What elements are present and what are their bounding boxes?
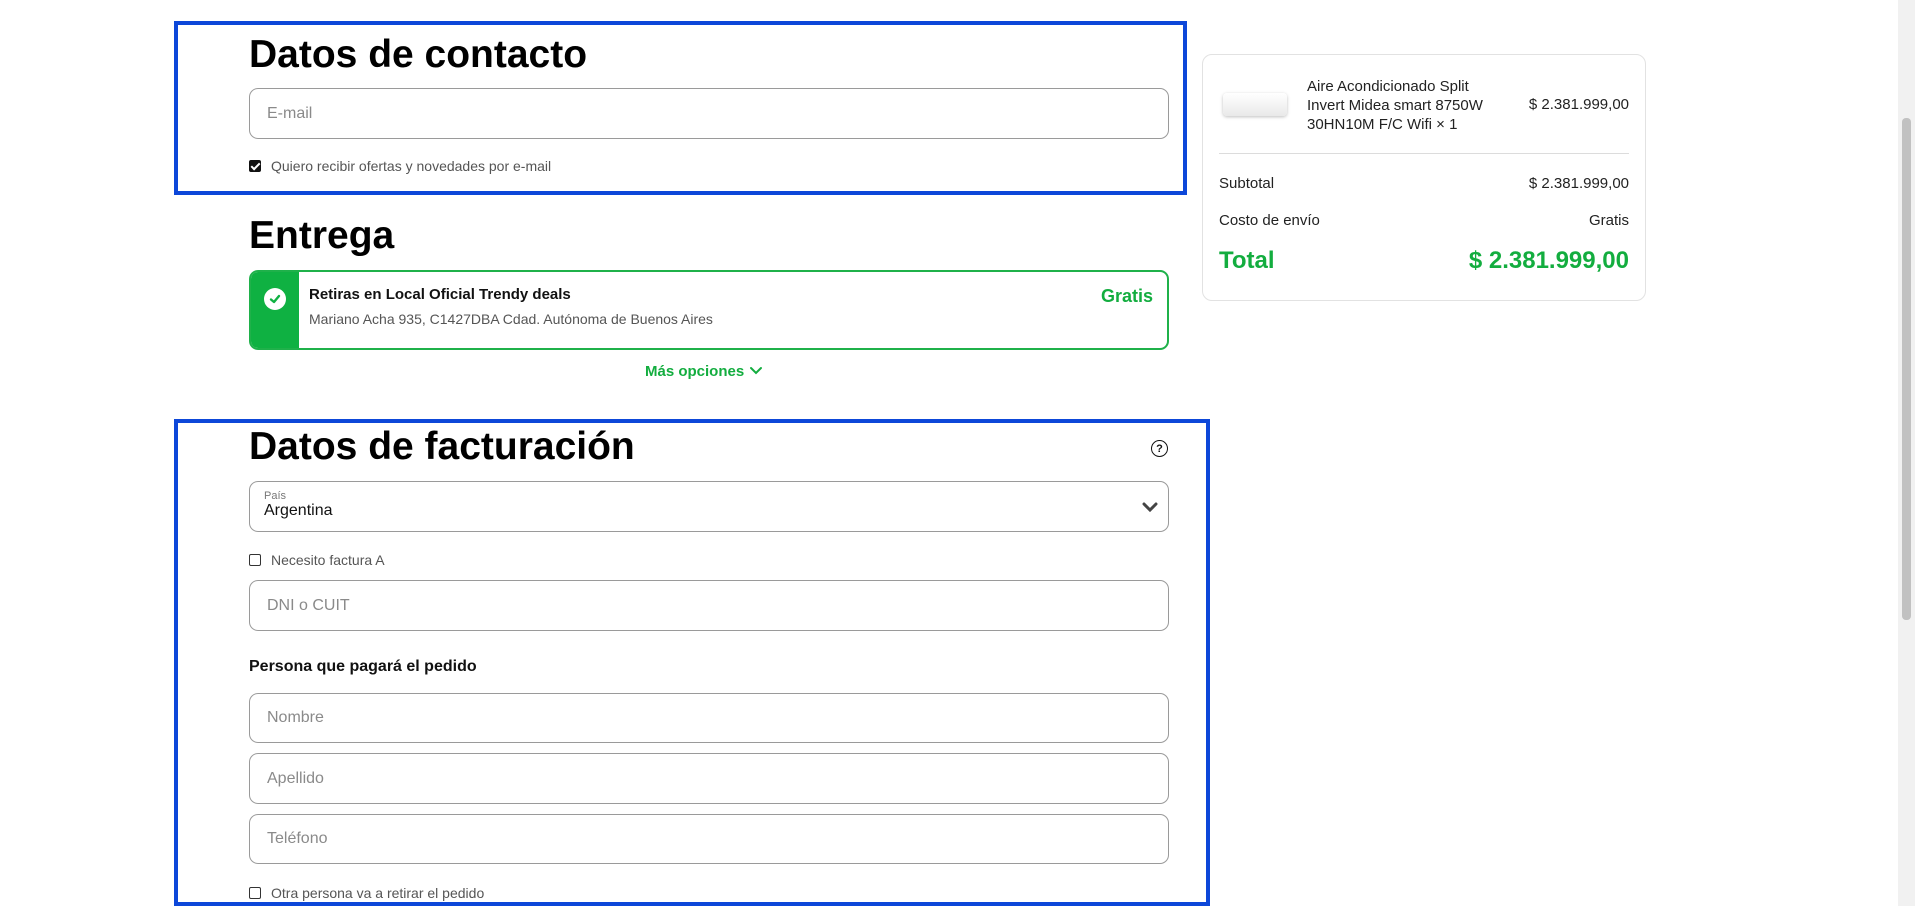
- contact-title: Datos de contacto: [249, 33, 588, 76]
- factura-a-label: Necesito factura A: [271, 552, 385, 568]
- delivery-option-card[interactable]: Retiras en Local Oficial Trendy deals Ma…: [249, 270, 1169, 350]
- country-label: País: [264, 490, 287, 502]
- product-name: Aire Acondicionado Split Invert Midea sm…: [1307, 77, 1519, 134]
- payer-heading: Persona que pagará el pedido: [249, 658, 477, 675]
- subtotal-label: Subtotal: [1219, 175, 1275, 192]
- chevron-down-icon: [749, 363, 763, 380]
- newsletter-label: Quiero recibir ofertas y novedades por e…: [271, 158, 552, 174]
- more-options-link[interactable]: Más opciones: [645, 363, 763, 380]
- telefono-field[interactable]: Teléfono: [249, 814, 1169, 864]
- scrollbar-thumb[interactable]: [1902, 118, 1911, 620]
- other-person-label: Otra persona va a retirar el pedido: [271, 885, 485, 901]
- product-name-line: Aire Acondicionado Split: [1307, 78, 1469, 95]
- shipping-value: Gratis: [1588, 212, 1629, 229]
- newsletter-checkbox[interactable]: [249, 160, 261, 172]
- email-field[interactable]: E-mail: [249, 88, 1169, 139]
- summary-divider: [1219, 153, 1629, 154]
- nombre-field[interactable]: Nombre: [249, 693, 1169, 743]
- delivery-option-name: Retiras en Local Oficial Trendy deals: [309, 286, 571, 303]
- factura-a-checkbox-row[interactable]: Necesito factura A: [249, 552, 385, 568]
- country-value: Argentina: [264, 502, 333, 519]
- apellido-field[interactable]: Apellido: [249, 753, 1169, 804]
- product-price: $ 2.381.999,00: [1528, 96, 1629, 113]
- nombre-placeholder: Nombre: [267, 709, 324, 726]
- other-person-checkbox-row[interactable]: Otra persona va a retirar el pedido: [249, 885, 484, 901]
- delivery-option-price: Gratis: [1100, 286, 1153, 306]
- chevron-down-icon: [1142, 500, 1158, 518]
- total-value: $ 2.381.999,00: [1468, 247, 1629, 274]
- more-options-label: Más opciones: [645, 363, 745, 380]
- apellido-placeholder: Apellido: [267, 769, 324, 787]
- email-placeholder: E-mail: [267, 104, 313, 122]
- scrollbar[interactable]: [1898, 0, 1915, 906]
- total-label: Total: [1219, 247, 1275, 274]
- product-thumbnail: [1223, 93, 1287, 116]
- dni-placeholder: DNI o CUIT: [267, 596, 350, 614]
- delivery-option-address: Mariano Acha 935, C1427DBA Cdad. Autónom…: [309, 311, 713, 327]
- telefono-placeholder: Teléfono: [267, 830, 328, 847]
- product-name-line: Invert Midea smart 8750W: [1307, 97, 1483, 114]
- billing-title: Datos de facturación: [249, 425, 635, 468]
- delivery-title: Entrega: [249, 214, 395, 257]
- product-name-line: 30HN10M F/C Wifi × 1: [1307, 116, 1458, 133]
- help-icon[interactable]: ?: [1151, 440, 1168, 457]
- subtotal-value: $ 2.381.999,00: [1528, 175, 1629, 192]
- dni-field[interactable]: DNI o CUIT: [249, 580, 1169, 631]
- other-person-checkbox[interactable]: [249, 887, 261, 899]
- newsletter-checkbox-row[interactable]: Quiero recibir ofertas y novedades por e…: [249, 158, 551, 174]
- country-select[interactable]: País Argentina: [249, 481, 1169, 532]
- delivery-selected-indicator: [251, 272, 299, 348]
- check-icon: [264, 288, 286, 310]
- order-summary: Aire Acondicionado Split Invert Midea sm…: [1202, 54, 1646, 301]
- shipping-label: Costo de envío: [1219, 212, 1320, 229]
- factura-a-checkbox[interactable]: [249, 554, 261, 566]
